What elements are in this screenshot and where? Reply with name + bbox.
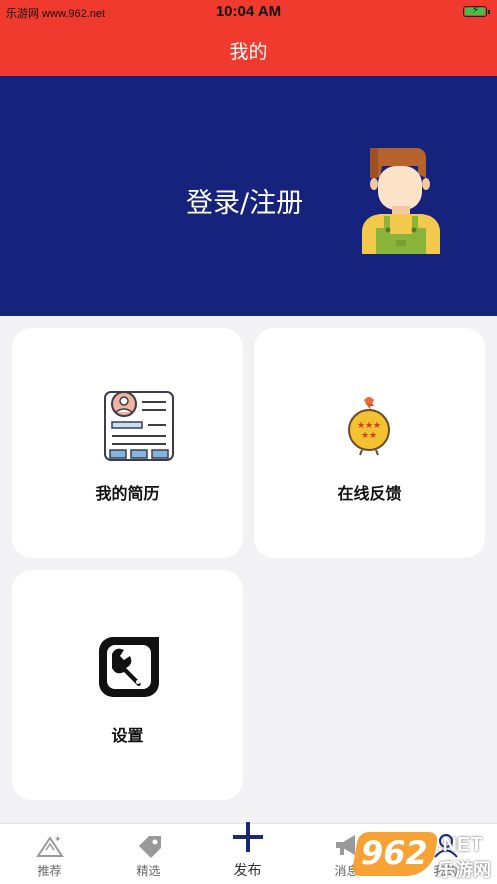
status-bar: 乐游网 www.962.net 10:04 AM ⚡: [0, 0, 497, 24]
battery-icon: ⚡: [463, 5, 490, 17]
tab-recommend-label: 推荐: [37, 864, 62, 878]
watermark-logo: 962 .NET 乐游网: [351, 828, 493, 881]
tab-featured[interactable]: 精选: [99, 824, 198, 884]
settings-wrench-icon: [99, 637, 159, 697]
svg-text:★: ★: [369, 431, 377, 441]
watermark-sub: 乐游网: [437, 860, 491, 881]
tag-icon: [138, 836, 161, 858]
resume-icon: [104, 391, 174, 461]
login-register-link[interactable]: 登录/注册: [186, 181, 303, 220]
settings-card-label: 设置: [111, 726, 144, 745]
profile-header: 登录/注册: [0, 76, 497, 316]
svg-text:✦: ✦: [54, 835, 62, 845]
svg-text:★: ★: [365, 421, 373, 431]
tab-publish-label: 发布: [233, 863, 262, 879]
mountain-star-icon: ✦: [35, 835, 64, 857]
feedback-badge-icon: ★ ★ ★ ★ ★: [348, 397, 390, 456]
feedback-card[interactable]: ★ ★ ★ ★ ★ 在线反馈: [254, 328, 485, 558]
svg-text:★: ★: [373, 421, 381, 431]
tab-recommend[interactable]: ✦ 推荐: [0, 824, 99, 884]
svg-text:★: ★: [357, 421, 365, 431]
tab-featured-label: 精选: [136, 864, 161, 878]
watermark-net: .NET: [437, 834, 483, 856]
nav-bar: 我的: [0, 24, 497, 76]
settings-card[interactable]: 设置: [12, 570, 243, 800]
watermark-text: 962: [361, 834, 428, 872]
resume-card-label: 我的简历: [95, 484, 160, 503]
tab-publish[interactable]: 发布: [198, 822, 297, 884]
feedback-card-label: 在线反馈: [337, 484, 402, 503]
worker-avatar-icon[interactable]: [360, 144, 442, 254]
svg-text:★: ★: [361, 431, 369, 441]
plus-icon: [232, 822, 263, 852]
resume-card[interactable]: 我的简历: [12, 328, 243, 558]
status-time: 10:04 AM: [215, 3, 282, 20]
page-title: 我的: [229, 41, 268, 63]
